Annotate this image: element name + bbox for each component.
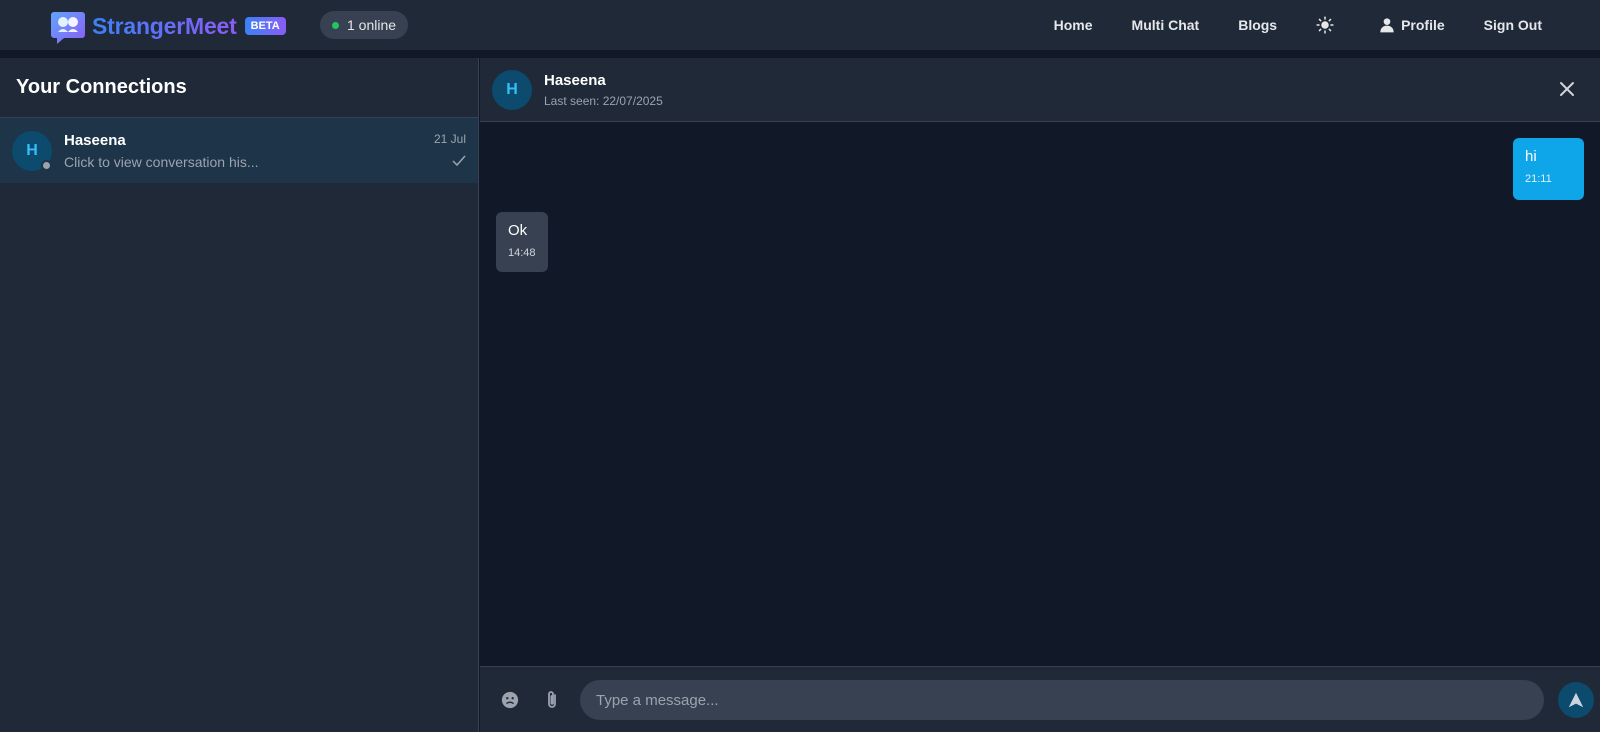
nav-sign-out[interactable]: Sign Out [1484,17,1542,33]
nav-profile[interactable]: Profile [1379,17,1445,33]
read-check-icon [434,154,466,172]
attach-button[interactable] [542,690,562,710]
top-navbar: StrangerMeet BETA 1 online Home Multi Ch… [0,0,1600,50]
connections-sidebar: Your Connections H Haseena Click to view… [0,58,479,732]
last-seen-text: Last seen: 22/07/2025 [544,93,663,108]
avatar-initial: H [26,141,38,159]
connection-text: Haseena Click to view conversation his..… [64,132,466,170]
incoming-message: Ok 14:48 [496,212,548,272]
theme-toggle-button[interactable] [1316,16,1340,34]
chat-avatar-initial: H [506,80,518,98]
chat-avatar: H [492,69,532,110]
main-nav: Home Multi Chat Blogs Profile Sign Out [1015,0,1542,50]
message-time: 21:11 [1525,173,1552,185]
chat-info: Haseena Last seen: 22/07/2025 [544,72,663,108]
offline-status-dot [41,159,52,171]
send-icon [1568,692,1584,708]
nav-multi-chat[interactable]: Multi Chat [1132,17,1200,33]
close-icon [1560,82,1574,96]
nav-home[interactable]: Home [1054,17,1093,33]
message-time: 14:48 [508,247,536,259]
avatar: H [12,130,52,171]
nav-blogs[interactable]: Blogs [1238,17,1277,33]
message-text: Ok [508,222,528,239]
user-icon [1380,18,1394,33]
connection-meta: 21 Jul [434,132,466,172]
sidebar-title: Your Connections [16,76,187,98]
connection-date: 21 Jul [433,132,466,146]
send-button[interactable] [1558,682,1594,718]
nav-profile-label: Profile [1401,17,1445,33]
brand[interactable]: StrangerMeet BETA [50,8,286,44]
beta-badge: BETA [244,17,286,35]
chat-panel: H Haseena Last seen: 22/07/2025 hi 21:11… [480,58,1600,732]
chat-bubble-logo-icon [50,8,86,44]
chat-header: H Haseena Last seen: 22/07/2025 [480,58,1600,122]
connection-item[interactable]: H Haseena Click to view conversation his… [0,118,478,183]
close-chat-button[interactable] [1556,78,1578,100]
brand-name: StrangerMeet [92,12,237,39]
paperclip-icon [548,690,556,708]
message-text: hi [1525,148,1537,165]
connection-name: Haseena [64,131,126,149]
online-count-label: 1 online [347,17,397,33]
connection-preview: Click to view conversation his... [64,153,259,170]
online-count-badge: 1 online [320,11,409,39]
outgoing-message: hi 21:11 [1513,138,1584,200]
chat-contact-name: Haseena [544,71,606,89]
message-input[interactable] [580,680,1544,720]
sidebar-header: Your Connections [0,58,478,118]
emoji-button[interactable] [500,690,520,710]
sun-icon [1316,16,1334,34]
message-composer [480,666,1600,732]
online-dot-icon [332,21,339,29]
emoji-icon [501,691,519,708]
